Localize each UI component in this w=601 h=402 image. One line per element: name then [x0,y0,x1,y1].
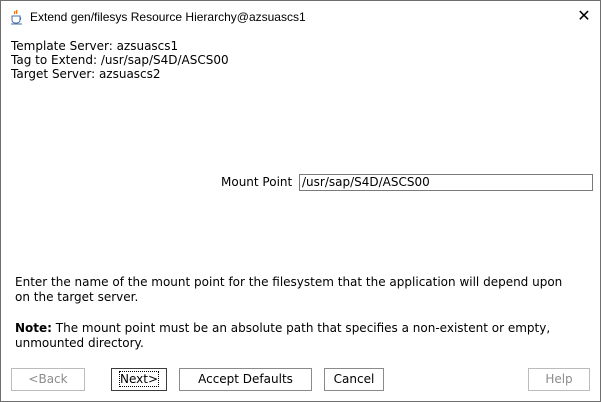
tag-to-extend-text: Tag to Extend: /usr/sap/S4D/ASCS00 [11,53,229,67]
help-button[interactable]: Help [528,368,590,391]
cancel-button[interactable]: Cancel [324,368,384,391]
window-title: Extend gen/filesys Resource Hierarchy@az… [30,10,306,24]
dialog-window: Extend gen/filesys Resource Hierarchy@az… [0,0,601,402]
template-server-text: Template Server: azsuascs1 [11,39,179,53]
java-cup-icon [9,9,25,25]
mount-point-input[interactable]: /usr/sap/S4D/ASCS00 [299,174,593,191]
note-body: The mount point must be an absolute path… [15,321,551,350]
note-text: Note: The mount point must be an absolut… [15,321,585,351]
description-text: Enter the name of the mount point for th… [15,275,563,304]
next-button[interactable]: Next> [111,368,167,391]
note-label: Note: [15,321,52,335]
help-button-label: Help [545,372,573,386]
accept-defaults-label: Accept Defaults [198,372,293,386]
close-icon[interactable]: ✕ [571,5,597,27]
back-button-label: <Back [28,372,68,386]
mount-point-label: Mount Point [221,175,293,189]
back-button[interactable]: <Back [11,368,85,391]
target-server-text: Target Server: azsuascs2 [11,67,161,81]
cancel-button-label: Cancel [333,372,375,386]
title-bar[interactable]: Extend gen/filesys Resource Hierarchy@az… [1,1,600,32]
accept-defaults-button[interactable]: Accept Defaults [179,368,312,391]
dialog-content: Template Server: azsuascs1 Tag to Extend… [1,32,600,401]
next-button-label: Next> [118,371,160,387]
